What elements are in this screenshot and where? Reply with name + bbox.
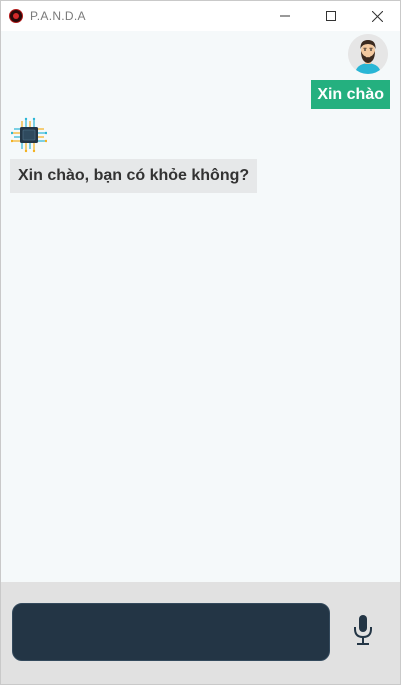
microphone-icon: [354, 615, 372, 645]
message-input[interactable]: [12, 603, 330, 661]
title-bar[interactable]: P.A.N.D.A: [1, 1, 400, 31]
minimize-button[interactable]: [262, 1, 308, 31]
chat-area[interactable]: Xin chào Xin chào, bạn có khỏe không?: [1, 31, 400, 582]
user-avatar: [348, 34, 388, 74]
bot-avatar: [10, 117, 48, 153]
input-bar: [1, 582, 400, 684]
maximize-icon: [326, 11, 336, 21]
maximize-button[interactable]: [308, 1, 354, 31]
user-bearded-avatar-icon: [348, 34, 388, 74]
cpu-chip-icon: [10, 117, 48, 153]
window-controls: [262, 1, 400, 31]
close-button[interactable]: [354, 1, 400, 31]
bot-message-bubble: Xin chào, bạn có khỏe không?: [10, 159, 258, 193]
minimize-icon: [280, 15, 290, 17]
app-window: P.A.N.D.A Xin chào Xin chào, bạn có khỏe…: [0, 0, 401, 685]
window-title: P.A.N.D.A: [30, 9, 86, 23]
user-message-bubble: Xin chào: [311, 80, 390, 109]
close-icon: [371, 10, 383, 22]
panda-app-icon: [9, 9, 23, 23]
microphone-button[interactable]: [350, 612, 376, 648]
